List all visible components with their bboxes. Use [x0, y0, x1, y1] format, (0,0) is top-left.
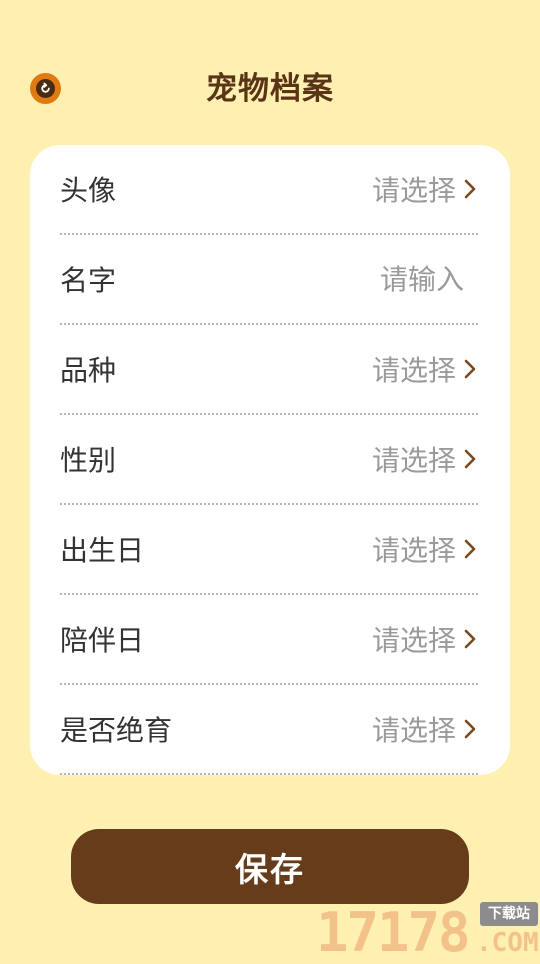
chevron-right-icon: [462, 448, 478, 470]
form-row-avatar[interactable]: 头像 请选择: [60, 145, 478, 235]
row-label: 头像: [60, 174, 117, 207]
row-label: 是否绝育: [60, 714, 173, 747]
name-input[interactable]: [264, 262, 464, 296]
back-button[interactable]: [30, 73, 61, 104]
form-row-name: 名字: [60, 235, 478, 325]
watermark-logo: 17178 .COM 下载站: [316, 902, 540, 960]
form-row-birthday[interactable]: 出生日 请选择: [60, 505, 478, 595]
page-title: 宠物档案: [206, 71, 334, 107]
header: 宠物档案: [0, 60, 540, 118]
watermark-com: .COM: [476, 928, 539, 958]
chevron-right-icon: [462, 718, 478, 740]
chevron-right-icon: [462, 358, 478, 380]
row-label: 陪伴日: [60, 624, 145, 657]
form-row-gender[interactable]: 性别 请选择: [60, 415, 478, 505]
row-value: 请选择: [371, 714, 456, 747]
back-icon: [36, 79, 55, 98]
row-value: 请选择: [371, 354, 456, 387]
chevron-right-icon: [462, 538, 478, 560]
chevron-right-icon: [462, 178, 478, 200]
row-value: 请选择: [371, 444, 456, 477]
row-label: 名字: [60, 264, 117, 297]
row-value: 请选择: [371, 174, 456, 207]
row-label: 品种: [60, 354, 117, 387]
row-value: 请选择: [371, 534, 456, 567]
row-value: 请选择: [371, 624, 456, 657]
save-button[interactable]: 保存: [71, 829, 469, 904]
row-label: 出生日: [60, 534, 145, 567]
watermark-digits: 17178: [316, 901, 471, 964]
watermark-tag: 下载站: [480, 902, 538, 926]
form-row-neutered[interactable]: 是否绝育 请选择: [60, 685, 478, 775]
form-row-breed[interactable]: 品种 请选择: [60, 325, 478, 415]
pet-profile-form: 头像 请选择 名字 品种 请选择 性别 请选择 出生日 请选择 陪伴日 请选择: [30, 145, 510, 775]
row-label: 性别: [60, 444, 117, 477]
chevron-right-icon: [462, 628, 478, 650]
form-row-companion-day[interactable]: 陪伴日 请选择: [60, 595, 478, 685]
